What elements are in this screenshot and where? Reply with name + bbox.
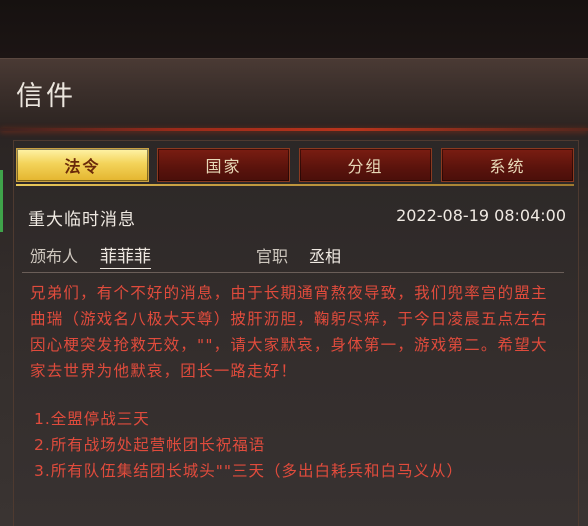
divider	[22, 272, 564, 273]
tab-decree[interactable]: 法令	[16, 148, 149, 182]
title-bar	[0, 58, 588, 131]
sender-name-link[interactable]: 菲菲菲	[100, 242, 151, 269]
message-list: 1.全盟停战三天 2.所有战场处起营帐团长祝福语 3.所有队伍集结团长城头""三…	[34, 406, 564, 484]
window-title: 信件	[16, 81, 76, 112]
tab-system[interactable]: 系统	[441, 148, 574, 182]
list-item: 3.所有队伍集结团长城头""三天（多出白耗兵和白马义从）	[34, 462, 464, 480]
tab-underline	[16, 184, 574, 186]
tab-bar: 法令 国家 分组 系统	[16, 148, 574, 186]
post-label: 官职	[256, 247, 289, 266]
top-band	[0, 0, 588, 58]
message-title: 重大临时消息	[28, 210, 136, 230]
post-value: 丞相	[309, 247, 342, 266]
side-indicator	[0, 170, 3, 232]
message-timestamp: 2022-08-19 08:04:00	[396, 206, 566, 225]
sender-label: 颁布人	[30, 247, 79, 266]
message-body: 兄弟们，有个不好的消息，由于长期通宵熬夜导致，我们兜率宫的盟主曲瑞（游戏名八极大…	[30, 284, 548, 380]
tab-group[interactable]: 分组	[299, 148, 432, 182]
mail-window: 信件 法令 国家 分组 系统 重大临时消息 2022-08-19 08:04:0…	[0, 0, 588, 526]
tab-nation[interactable]: 国家	[157, 148, 290, 182]
list-item: 2.所有战场处起营帐团长祝福语	[34, 436, 266, 454]
list-item: 1.全盟停战三天	[34, 410, 150, 428]
